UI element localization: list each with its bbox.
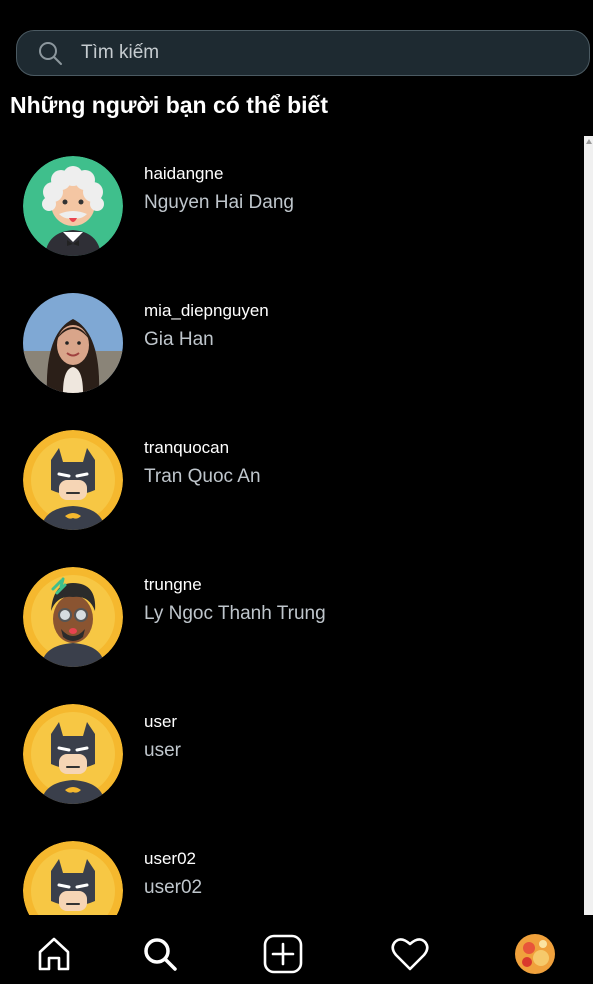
bottom-nav — [0, 918, 593, 984]
batman-avatar[interactable] — [23, 430, 123, 530]
home-icon — [38, 937, 70, 971]
scroll-up-arrow-icon[interactable] — [586, 139, 592, 144]
heart-icon — [391, 938, 429, 971]
nav-profile[interactable] — [515, 934, 555, 974]
nav-activity[interactable] — [390, 934, 430, 974]
fullname: Nguyen Hai Dang — [144, 192, 294, 213]
glasses-man-avatar[interactable] — [23, 567, 123, 667]
search-icon — [37, 40, 63, 66]
old-man-avatar[interactable] — [23, 156, 123, 256]
fullname: Ly Ngoc Thanh Trung — [144, 603, 326, 624]
photo-avatar[interactable] — [23, 293, 123, 393]
username[interactable]: user — [144, 712, 177, 732]
username[interactable]: haidangne — [144, 164, 223, 184]
list-item[interactable]: mia_diepnguyen Gia Han — [0, 273, 584, 410]
add-post-icon — [263, 934, 303, 974]
search-icon — [144, 938, 177, 971]
fullname: user — [144, 740, 181, 761]
nav-home[interactable] — [34, 934, 74, 974]
fullname: Gia Han — [144, 329, 214, 350]
list-item[interactable]: haidangne Nguyen Hai Dang — [0, 136, 584, 273]
username[interactable]: tranquocan — [144, 438, 229, 458]
list-item[interactable]: user02 user02 — [0, 821, 584, 915]
section-title: Những người bạn có thể biết — [10, 92, 328, 118]
search-input[interactable] — [79, 41, 589, 65]
username[interactable]: mia_diepnguyen — [144, 301, 269, 321]
list-item[interactable]: tranquocan Tran Quoc An — [0, 410, 584, 547]
scrollbar[interactable] — [584, 136, 593, 915]
nav-create[interactable] — [263, 934, 303, 974]
username[interactable]: user02 — [144, 849, 196, 869]
nav-search[interactable] — [140, 934, 180, 974]
list-item[interactable]: user user — [0, 684, 584, 821]
fullname: user02 — [144, 877, 203, 898]
list-item[interactable]: trungne Ly Ngoc Thanh Trung — [0, 547, 584, 684]
batman-avatar[interactable] — [23, 841, 123, 915]
username[interactable]: trungne — [144, 575, 202, 595]
profile-avatar — [515, 934, 555, 974]
batman-avatar[interactable] — [23, 704, 123, 804]
search-bar[interactable] — [16, 30, 590, 76]
fullname: Tran Quoc An — [144, 466, 261, 487]
suggestion-list[interactable]: haidangne Nguyen Hai Dang mia_diepnguyen… — [0, 136, 584, 915]
